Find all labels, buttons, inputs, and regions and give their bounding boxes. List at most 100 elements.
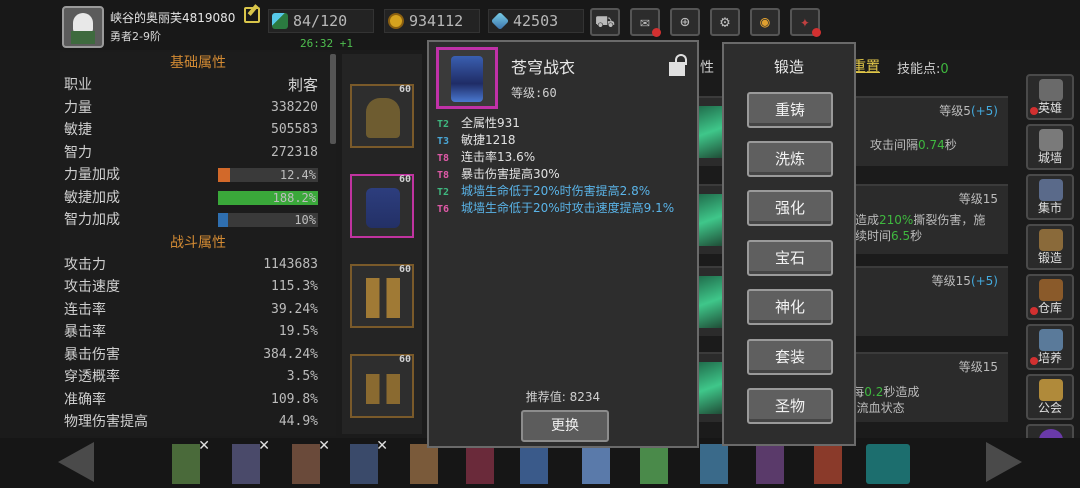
item-attr: T2 全属性931 (435, 116, 693, 131)
stat-value: 505583 (271, 122, 318, 137)
skill-desc-text: 撕裂伤害，施 (913, 213, 986, 227)
nav-train[interactable]: 培养 (1026, 324, 1074, 370)
stat-value: 12.4% (279, 168, 316, 182)
nav-warehouse[interactable]: 仓库 (1026, 274, 1074, 320)
hero-portrait[interactable] (756, 444, 784, 484)
skill-desc: 造成210%撕裂伤害，施 续时间6.5秒 (855, 212, 985, 244)
nav-guild[interactable]: 公会 (1026, 374, 1074, 420)
nav-wall[interactable]: 城墙 (1026, 124, 1074, 170)
slot-leggings[interactable]: 60 (350, 264, 414, 328)
stat-label: 暴击伤害 (64, 346, 120, 363)
hero-portrait[interactable]: ✕ (232, 438, 270, 484)
skill-desc-value: 6.5 (891, 229, 911, 243)
forge-title: 锻造 (773, 58, 804, 76)
agi-bonus-bar: 188.2% (218, 190, 318, 205)
stat-label: 穿透概率 (64, 369, 120, 385)
hero-portrait[interactable]: ✕ (350, 438, 388, 484)
stat-row-str: 力量 338220 (60, 97, 336, 120)
stat-row-agi-bonus: 敏捷加成 188.2% (60, 187, 336, 210)
stat-label: 连击率 (64, 301, 106, 318)
item-attributes: T2 全属性931 T3 敏捷1218 T8 连击率13.6% T8 暴击伤害提高30%… (435, 116, 693, 218)
avatar[interactable] (62, 6, 104, 48)
shop-button[interactable]: ⛟ (590, 8, 620, 36)
slot-armor[interactable]: 60 (350, 174, 414, 238)
slot-helmet[interactable]: 60 (350, 84, 414, 148)
stat-label: 敏捷 (64, 122, 92, 138)
stat-row-aspd: 攻击速度 115.3% (60, 276, 336, 299)
item-attr: T3 敏捷1218 (435, 133, 693, 148)
hero-portrait-selected[interactable] (866, 444, 910, 484)
mail-button[interactable]: ✉ (630, 8, 661, 37)
stat-row-int-bonus: 智力加成 10% (60, 209, 336, 232)
recast-button[interactable]: 重铸 (747, 92, 833, 128)
nav-label: 集市 (1037, 201, 1062, 215)
stat-row-pierce: 穿透概率 3.5% (60, 366, 336, 389)
skill-points: 技能点:0 (897, 58, 949, 77)
stat-row-str-bonus: 力量加成 12.4% (60, 164, 336, 187)
hero-portrait[interactable]: ✕ (292, 438, 330, 484)
int-bonus-fill (218, 213, 228, 227)
shop-icon: ⛟ (594, 12, 616, 31)
refine-button[interactable]: 洗炼 (747, 141, 833, 177)
gem-icon (490, 11, 510, 31)
alert-badge (1030, 307, 1038, 315)
attr-text: 城墙生命低于20%时伤害提高2.8% (461, 184, 651, 198)
train-icon (1039, 329, 1063, 351)
swap-button[interactable]: 更换 (521, 410, 609, 442)
skill-points-value: 0 (940, 62, 949, 77)
hero-portrait[interactable] (410, 444, 438, 484)
item-name: 苍穹战衣 (511, 58, 576, 77)
stats-scrollbar[interactable] (330, 54, 336, 144)
slot-level: 60 (398, 174, 411, 185)
nav-label: 锻造 (1037, 251, 1062, 265)
deify-button[interactable]: 神化 (747, 289, 833, 325)
nav-forge[interactable]: 锻造 (1026, 224, 1074, 270)
settings-button[interactable]: ⚙ (710, 8, 740, 36)
enhance-button[interactable]: 强化 (747, 190, 833, 226)
close-icon: ✕ (258, 438, 270, 454)
edit-name-icon[interactable] (244, 7, 260, 23)
relic-button[interactable]: 圣物 (747, 388, 833, 424)
gift-button[interactable]: ✦ (790, 8, 821, 37)
gold-counter: 934112 (384, 9, 480, 33)
hero-portrait[interactable] (640, 444, 668, 484)
stat-row-acc: 准确率 109.8% (60, 389, 336, 412)
nav-market[interactable]: 集市 (1026, 174, 1074, 220)
gold-value: 934112 (409, 12, 464, 30)
item-level: 等级:60 (511, 86, 557, 100)
tab-attributes[interactable]: 性 (700, 57, 714, 77)
stat-value: 19.5% (278, 324, 318, 339)
unlock-icon[interactable] (669, 54, 687, 76)
hero-portrait[interactable] (814, 444, 842, 484)
nav-hero[interactable]: 英雄 (1026, 74, 1074, 120)
skill-level: 等级15(+5) (932, 272, 998, 289)
hero-portrait[interactable] (582, 444, 610, 484)
hero-portrait[interactable] (700, 444, 728, 484)
hero-portrait[interactable] (520, 444, 548, 484)
skill-desc-value: 0.74 (918, 138, 945, 152)
hero-portrait[interactable] (466, 444, 494, 484)
alert-badge (1030, 107, 1038, 115)
stat-value: 272318 (271, 144, 318, 160)
tier-tag: T3 (437, 136, 450, 147)
stat-value: 3.5% (286, 369, 318, 384)
gamepad-icon: ⊕ (680, 12, 690, 31)
chart-button[interactable]: ◉ (750, 8, 780, 36)
stat-label: 准确率 (64, 391, 106, 408)
stat-value: 188.2% (272, 190, 316, 205)
alert-badge (812, 28, 821, 37)
stat-value: 1143683 (263, 256, 318, 272)
gem-button[interactable]: 宝石 (747, 240, 833, 276)
stamina-counter: 84/120 (268, 9, 374, 33)
skill-level-plus: (+5) (970, 274, 998, 288)
gamepad-button[interactable]: ⊕ (670, 8, 700, 36)
skill-desc-value: 0.2 (864, 385, 884, 399)
slot-boots[interactable]: 60 (350, 354, 414, 418)
stat-row-crit: 暴击率 19.5% (60, 321, 336, 344)
stat-label: 敏捷加成 (64, 189, 120, 206)
anvil-icon (1039, 229, 1063, 251)
reset-tab[interactable]: 重置 (852, 56, 880, 76)
hero-portrait[interactable]: ✕ (172, 438, 210, 484)
close-icon: ✕ (376, 438, 388, 454)
set-button[interactable]: 套装 (747, 339, 833, 375)
